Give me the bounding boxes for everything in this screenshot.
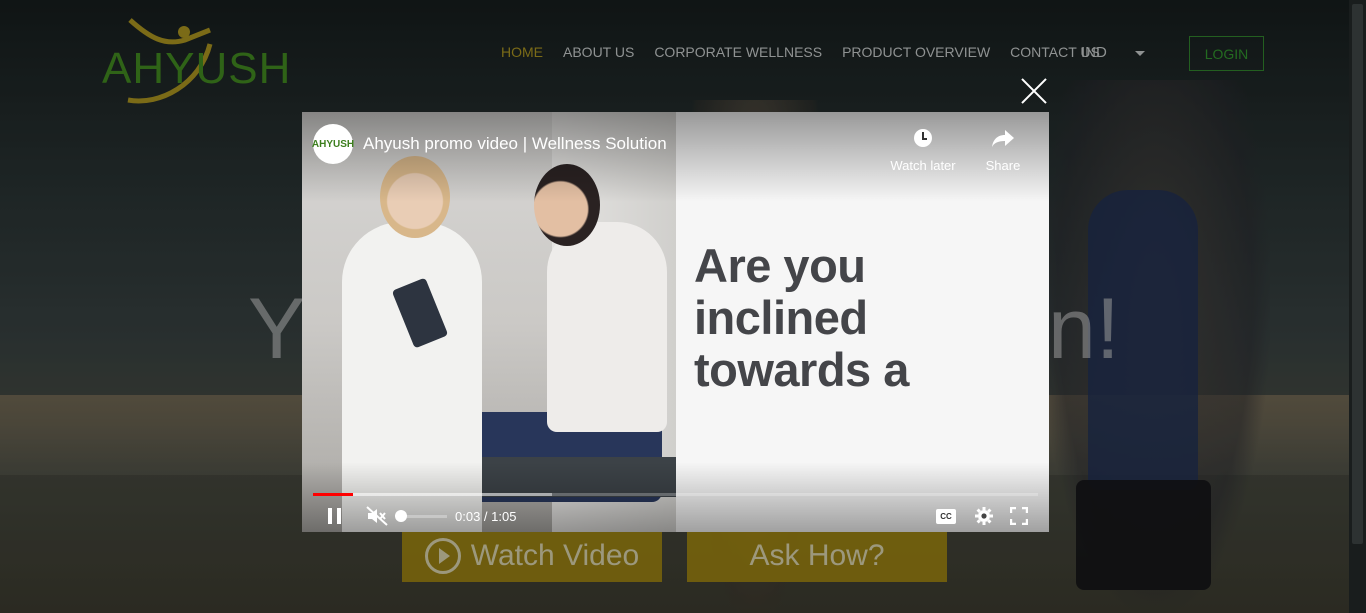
- slide-line-1: Are you inclined: [694, 239, 868, 344]
- time-display: 0:03 / 1:05: [455, 508, 517, 524]
- progress-bar[interactable]: [313, 493, 1038, 496]
- fullscreen-button[interactable]: [1010, 500, 1028, 532]
- pause-button[interactable]: [328, 500, 346, 532]
- close-icon[interactable]: [1019, 76, 1049, 106]
- scene-patient: [547, 222, 667, 432]
- share-arrow-icon: [992, 130, 1014, 147]
- muted-speaker-icon: [366, 506, 388, 526]
- video-player[interactable]: Are you inclined towards a AHYUSH Ahyush…: [302, 112, 1049, 532]
- progress-played: [313, 493, 353, 496]
- player-controls: 0:03 / 1:05 CC: [302, 500, 1049, 532]
- captions-icon: CC: [936, 508, 956, 524]
- watch-later-label: Watch later: [890, 158, 956, 173]
- gear-icon: [975, 507, 993, 525]
- volume-knob[interactable]: [395, 510, 407, 522]
- channel-avatar[interactable]: AHYUSH: [312, 124, 354, 164]
- clock-icon: [914, 129, 932, 147]
- video-title[interactable]: Ahyush promo video | Wellness Solution: [363, 134, 667, 154]
- mute-button[interactable]: [366, 500, 388, 532]
- slide-line-2: towards a: [694, 343, 909, 396]
- video-slide-text: Are you inclined towards a: [694, 240, 1049, 396]
- fullscreen-icon: [1010, 507, 1028, 525]
- captions-button[interactable]: CC: [936, 500, 956, 532]
- watch-later-button[interactable]: Watch later: [886, 124, 960, 173]
- settings-button[interactable]: [974, 500, 994, 532]
- share-label: Share: [985, 158, 1021, 173]
- pause-icon: [328, 508, 332, 524]
- share-button[interactable]: Share: [966, 124, 1040, 173]
